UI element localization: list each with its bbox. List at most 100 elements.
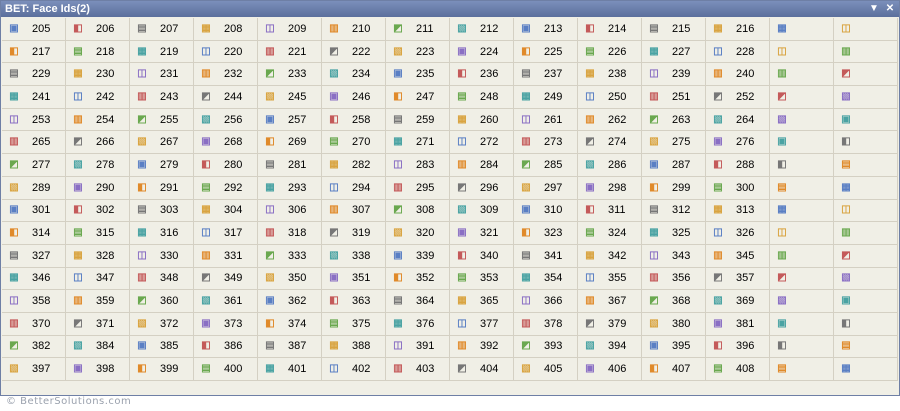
face-id-cell[interactable]: ▤ 400	[194, 358, 258, 381]
face-id-cell[interactable]: ▥ 359	[66, 290, 130, 313]
face-id-cell[interactable]: ▥ 284	[450, 154, 514, 177]
face-id-cell[interactable]: ◩ 274	[578, 131, 642, 155]
face-id-cell[interactable]: ▣	[834, 108, 898, 132]
face-id-cell[interactable]: ▤ 387	[258, 335, 322, 359]
face-id-cell[interactable]: ▥ 378	[514, 312, 578, 336]
face-id-cell[interactable]: ▤ 248	[450, 86, 514, 109]
face-id-cell[interactable]: ▥ 240	[706, 63, 770, 87]
face-id-cell[interactable]: ▦ 249	[514, 86, 578, 109]
face-id-cell[interactable]: ◩ 333	[258, 244, 322, 268]
face-id-cell[interactable]: ▥	[770, 63, 834, 87]
face-id-cell[interactable]: ▤ 292	[194, 176, 258, 200]
face-id-cell[interactable]: ▤ 226	[578, 40, 642, 64]
face-id-cell[interactable]: ▦ 230	[66, 63, 130, 87]
face-id-cell[interactable]: ▥ 254	[66, 108, 130, 132]
face-id-cell[interactable]: ▤ 270	[322, 131, 386, 155]
face-id-cell[interactable]: ▦ 271	[386, 131, 450, 155]
face-id-cell[interactable]: ◩ 382	[2, 335, 66, 359]
face-id-cell[interactable]: ◧ 258	[322, 108, 386, 132]
face-id-cell[interactable]: ◩ 277	[2, 154, 66, 177]
face-id-cell[interactable]: ◫	[770, 40, 834, 64]
face-id-cell[interactable]: ▣ 373	[194, 312, 258, 336]
face-id-cell[interactable]: ▥ 331	[194, 244, 258, 268]
face-id-cell[interactable]: ▦ 282	[322, 154, 386, 177]
face-id-cell[interactable]: ◧ 363	[322, 290, 386, 313]
face-id-cell[interactable]: ▧ 394	[578, 335, 642, 359]
face-id-cell[interactable]: ◧	[770, 154, 834, 177]
face-id-cell[interactable]: ◫ 250	[578, 86, 642, 109]
face-id-cell[interactable]: ▧	[834, 86, 898, 109]
face-id-cell[interactable]: ▤ 259	[386, 108, 450, 132]
face-id-cell[interactable]: ▤ 408	[706, 358, 770, 381]
face-id-cell[interactable]: ▦ 219	[130, 40, 194, 64]
face-id-cell[interactable]: ◩ 222	[322, 40, 386, 64]
face-id-cell[interactable]: ▧ 380	[642, 312, 706, 336]
face-id-cell[interactable]: ◧ 269	[258, 131, 322, 155]
face-id-cell[interactable]: ◧ 291	[130, 176, 194, 200]
face-id-cell[interactable]: ▤ 353	[450, 267, 514, 291]
face-id-cell[interactable]: ▤	[770, 358, 834, 381]
face-id-cell[interactable]: ▤ 303	[130, 199, 194, 223]
face-id-cell[interactable]: ▤	[770, 176, 834, 200]
face-id-cell[interactable]: ◫	[834, 199, 898, 223]
face-id-cell[interactable]: ◫ 317	[194, 222, 258, 245]
face-id-cell[interactable]: ▦	[770, 18, 834, 41]
face-id-cell[interactable]: ▤ 364	[386, 290, 450, 313]
face-id-cell[interactable]: ◩ 308	[386, 199, 450, 223]
close-icon[interactable]: ✕	[883, 2, 897, 16]
face-id-cell[interactable]: ▣ 298	[578, 176, 642, 200]
face-id-cell[interactable]: ◫ 261	[514, 108, 578, 132]
face-id-cell[interactable]: ◩ 296	[450, 176, 514, 200]
face-id-cell[interactable]: ▣ 246	[322, 86, 386, 109]
face-id-cell[interactable]: ◧ 352	[386, 267, 450, 291]
face-id-cell[interactable]: ▧ 350	[258, 267, 322, 291]
face-id-cell[interactable]: ▣ 406	[578, 358, 642, 381]
face-id-cell[interactable]: ◩ 368	[642, 290, 706, 313]
face-id-cell[interactable]: ▦ 313	[706, 199, 770, 223]
face-id-cell[interactable]: ▦ 208	[194, 18, 258, 41]
face-id-cell[interactable]: ▣ 213	[514, 18, 578, 41]
face-id-cell[interactable]: ◧ 323	[514, 222, 578, 245]
face-id-cell[interactable]: ◧ 396	[706, 335, 770, 359]
face-id-cell[interactable]: ▣ 321	[450, 222, 514, 245]
face-id-cell[interactable]: ▥ 273	[514, 131, 578, 155]
face-id-cell[interactable]: ▦	[770, 199, 834, 223]
face-id-cell[interactable]: ◩ 285	[514, 154, 578, 177]
face-id-cell[interactable]: ▤	[834, 154, 898, 177]
face-id-cell[interactable]: ▧ 369	[706, 290, 770, 313]
face-id-cell[interactable]: ◫ 343	[642, 244, 706, 268]
face-id-cell[interactable]: ◫ 294	[322, 176, 386, 200]
face-id-cell[interactable]: ▣ 351	[322, 267, 386, 291]
face-id-cell[interactable]: ▥ 318	[258, 222, 322, 245]
face-id-cell[interactable]: ▦ 293	[258, 176, 322, 200]
face-id-cell[interactable]: ▦ 342	[578, 244, 642, 268]
face-id-cell[interactable]: ◫ 272	[450, 131, 514, 155]
face-id-cell[interactable]: ◧ 280	[194, 154, 258, 177]
face-id-cell[interactable]: ▣ 339	[386, 244, 450, 268]
face-id-cell[interactable]: ▤ 218	[66, 40, 130, 64]
face-id-cell[interactable]: ▣	[770, 131, 834, 155]
face-id-cell[interactable]: ▧ 372	[130, 312, 194, 336]
face-id-cell[interactable]: ◧	[834, 131, 898, 155]
face-id-cell[interactable]: ▥ 392	[450, 335, 514, 359]
face-id-cell[interactable]: ▤ 324	[578, 222, 642, 245]
face-id-cell[interactable]: ◩	[834, 244, 898, 268]
face-id-cell[interactable]: ▥ 210	[322, 18, 386, 41]
face-id-cell[interactable]: ◧ 236	[450, 63, 514, 87]
face-id-cell[interactable]: ▥ 251	[642, 86, 706, 109]
face-id-cell[interactable]: ▦ 365	[450, 290, 514, 313]
face-id-cell[interactable]: ▧ 278	[66, 154, 130, 177]
face-id-cell[interactable]: ▧	[770, 108, 834, 132]
face-id-cell[interactable]: ▤ 327	[2, 244, 66, 268]
face-id-cell[interactable]: ▣ 381	[706, 312, 770, 336]
face-id-cell[interactable]: ◫ 253	[2, 108, 66, 132]
face-id-cell[interactable]: ◩ 266	[66, 131, 130, 155]
face-id-cell[interactable]: ▦	[834, 358, 898, 381]
face-id-cell[interactable]: ▤ 281	[258, 154, 322, 177]
face-id-cell[interactable]: ▧ 297	[514, 176, 578, 200]
face-id-cell[interactable]: ◫ 347	[66, 267, 130, 291]
face-id-cell[interactable]: ◫ 377	[450, 312, 514, 336]
face-id-cell[interactable]: ▥ 221	[258, 40, 322, 64]
face-id-cell[interactable]: ▥ 232	[194, 63, 258, 87]
face-id-cell[interactable]: ▤ 229	[2, 63, 66, 87]
